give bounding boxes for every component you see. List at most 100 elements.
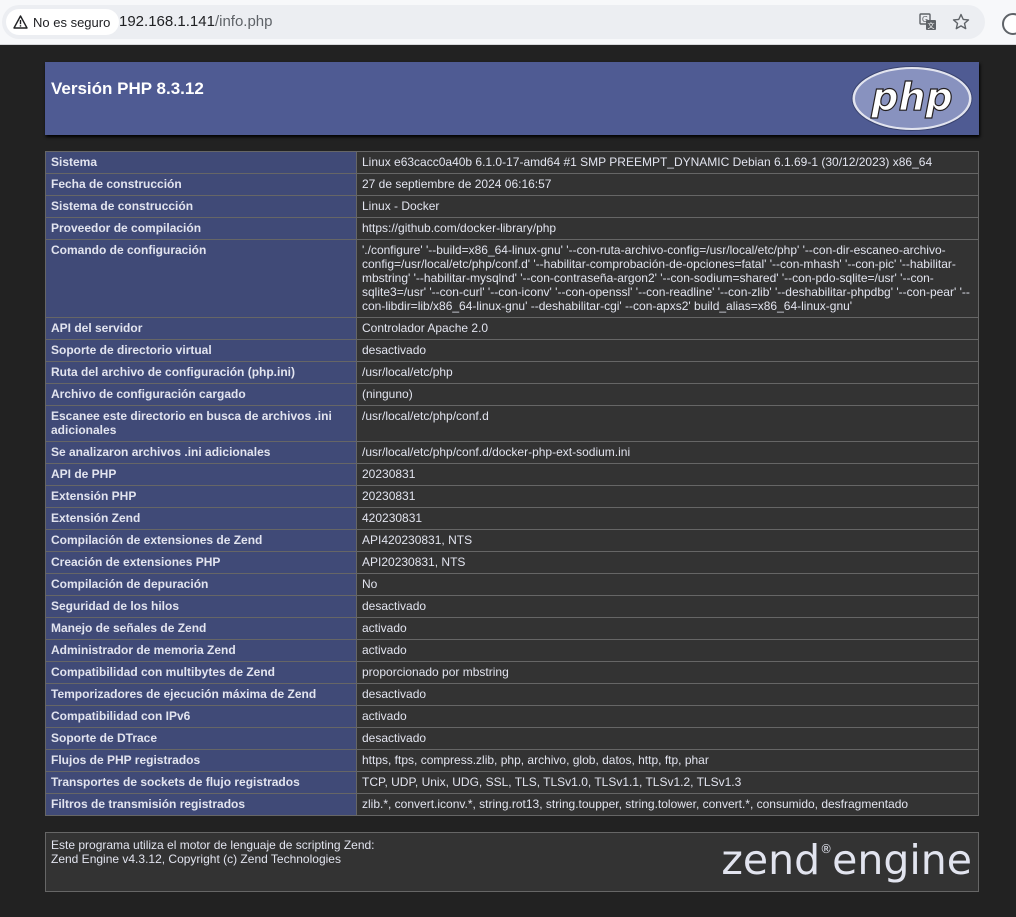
row-value: zlib.*, convert.iconv.*, string.rot13, s… (356, 793, 979, 816)
row-label: Compilación de extensiones de Zend (45, 529, 357, 552)
row-label: Seguridad de los hilos (45, 595, 357, 618)
row-label: Ruta del archivo de configuración (php.i… (45, 361, 357, 384)
bookmark-star-icon[interactable] (952, 13, 970, 31)
table-row: Compatibilidad con IPv6 activado (45, 705, 979, 728)
row-value: 20230831 (356, 463, 979, 486)
table-row: API del servidor Controlador Apache 2.0 (45, 317, 979, 340)
table-row: Archivo de configuración cargado (ninguno… (45, 383, 979, 406)
row-label: Sistema de construcción (45, 195, 357, 218)
row-value: (ninguno) (356, 383, 979, 406)
row-value: proporcionado por mbstring (356, 661, 979, 684)
table-row: Se analizaron archivos .ini adicionales /… (45, 441, 979, 464)
row-value: https://github.com/docker-library/php (356, 217, 979, 240)
row-label: Flujos de PHP registrados (45, 749, 357, 772)
row-label: Comando de configuración (45, 239, 357, 318)
row-value: 20230831 (356, 485, 979, 508)
table-row: Escanee este directorio en busca de arch… (45, 405, 979, 442)
svg-text:文: 文 (928, 21, 935, 30)
table-row: Ruta del archivo de configuración (php.i… (45, 361, 979, 384)
row-value: activado (356, 705, 979, 728)
row-label: Se analizaron archivos .ini adicionales (45, 441, 357, 464)
row-value: No (356, 573, 979, 596)
table-row: Proveedor de compilación https://github.c… (45, 217, 979, 240)
row-label: Proveedor de compilación (45, 217, 357, 240)
zend-logo-left: zend (721, 836, 821, 884)
row-label: Administrador de memoria Zend (45, 639, 357, 662)
table-row: Compatibilidad con multibytes de Zend pro… (45, 661, 979, 684)
info-table: Sistema Linux e63cacc0a40b 6.1.0-17-amd64… (45, 151, 979, 816)
row-label: Fecha de construcción (45, 173, 357, 196)
zend-description: Este programa utiliza el motor de lengua… (51, 838, 375, 866)
row-label: Compatibilidad con multibytes de Zend (45, 661, 357, 684)
row-label: Escanee este directorio en busca de arch… (45, 405, 357, 442)
row-value: API20230831, NTS (356, 551, 979, 574)
row-value: activado (356, 617, 979, 640)
security-label: No es seguro (33, 14, 111, 30)
url-path: /info.php (214, 13, 273, 30)
table-row: Filtros de transmisión registrados zlib.*… (45, 793, 979, 816)
table-row: Flujos de PHP registrados https, ftps, co… (45, 749, 979, 772)
translate-icon[interactable]: G 文 (919, 13, 937, 31)
row-value: Linux - Docker (356, 195, 979, 218)
row-label: Manejo de señales de Zend (45, 617, 357, 640)
table-row: Compilación de extensiones de Zend API420… (45, 529, 979, 552)
row-value: './configure' '--build=x86_64-linux-gnu'… (356, 239, 979, 318)
row-label: API de PHP (45, 463, 357, 486)
row-label: Sistema (45, 151, 357, 174)
url-text[interactable]: 192.168.1.141/info.php (119, 13, 272, 30)
table-row: Extensión Zend 420230831 (45, 507, 979, 530)
row-label: Transportes de sockets de flujo registra… (45, 771, 357, 794)
zend-line-2: Zend Engine v4.3.12, Copyright (c) Zend … (51, 852, 341, 866)
row-value: /usr/local/etc/php/conf.d/docker-php-ext… (356, 441, 979, 464)
table-row: Sistema Linux e63cacc0a40b 6.1.0-17-amd64… (45, 151, 979, 174)
table-row: Fecha de construcción 27 de septiembre de… (45, 173, 979, 196)
address-bar[interactable]: No es seguro 192.168.1.141/info.php G 文 (2, 5, 985, 39)
row-value: Linux e63cacc0a40b 6.1.0-17-amd64 #1 SMP… (356, 151, 979, 174)
row-value: https, ftps, compress.zlib, php, archivo… (356, 749, 979, 772)
url-host: 192.168.1.141 (119, 13, 215, 30)
zend-engine-box: Este programa utiliza el motor de lengua… (45, 832, 979, 892)
zend-logo-right: engine (832, 836, 972, 884)
row-label: Extensión PHP (45, 485, 357, 508)
security-indicator[interactable]: No es seguro (6, 9, 120, 35)
phpinfo-page: Versión PHP 8.3.12 php Sistema Linux e63c… (45, 62, 979, 892)
table-row: Sistema de construcción Linux - Docker (45, 195, 979, 218)
table-row: Transportes de sockets de flujo registra… (45, 771, 979, 794)
extension-check-icon[interactable] (1002, 13, 1016, 35)
row-value: desactivado (356, 683, 979, 706)
zend-line-1: Este programa utiliza el motor de lengua… (51, 838, 375, 852)
browser-toolbar: No es seguro 192.168.1.141/info.php G 文 (0, 0, 1016, 45)
row-label: API del servidor (45, 317, 357, 340)
row-value: API420230831, NTS (356, 529, 979, 552)
row-value: /usr/local/etc/php (356, 361, 979, 384)
row-value: Controlador Apache 2.0 (356, 317, 979, 340)
row-value: desactivado (356, 727, 979, 750)
row-label: Compilación de depuración (45, 573, 357, 596)
php-logo: php (851, 66, 973, 131)
row-label: Extensión Zend (45, 507, 357, 530)
row-label: Creación de extensiones PHP (45, 551, 357, 574)
zend-engine-logo: zend®engine (721, 836, 972, 884)
table-row: Soporte de directorio virtual desactivado (45, 339, 979, 362)
table-row: Seguridad de los hilos desactivado (45, 595, 979, 618)
table-row: Extensión PHP 20230831 (45, 485, 979, 508)
row-label: Soporte de directorio virtual (45, 339, 357, 362)
row-label: Compatibilidad con IPv6 (45, 705, 357, 728)
row-label: Archivo de configuración cargado (45, 383, 357, 406)
row-value: activado (356, 639, 979, 662)
row-value: TCP, UDP, Unix, UDG, SSL, TLS, TLSv1.0, … (356, 771, 979, 794)
row-value: 420230831 (356, 507, 979, 530)
table-row: Temporizadores de ejecución máxima de Ze… (45, 683, 979, 706)
table-row: Administrador de memoria Zend activado (45, 639, 979, 662)
table-row: Compilación de depuración No (45, 573, 979, 596)
php-logo-text: php (870, 75, 952, 119)
table-row: Comando de configuración './configure' '-… (45, 239, 979, 318)
table-row: Manejo de señales de Zend activado (45, 617, 979, 640)
row-label: Temporizadores de ejecución máxima de Ze… (45, 683, 357, 706)
warning-icon (13, 15, 28, 29)
row-value: 27 de septiembre de 2024 06:16:57 (356, 173, 979, 196)
php-version-header: Versión PHP 8.3.12 php (45, 62, 979, 135)
table-row: Creación de extensiones PHP API20230831, … (45, 551, 979, 574)
row-label: Soporte de DTrace (45, 727, 357, 750)
row-value: desactivado (356, 339, 979, 362)
